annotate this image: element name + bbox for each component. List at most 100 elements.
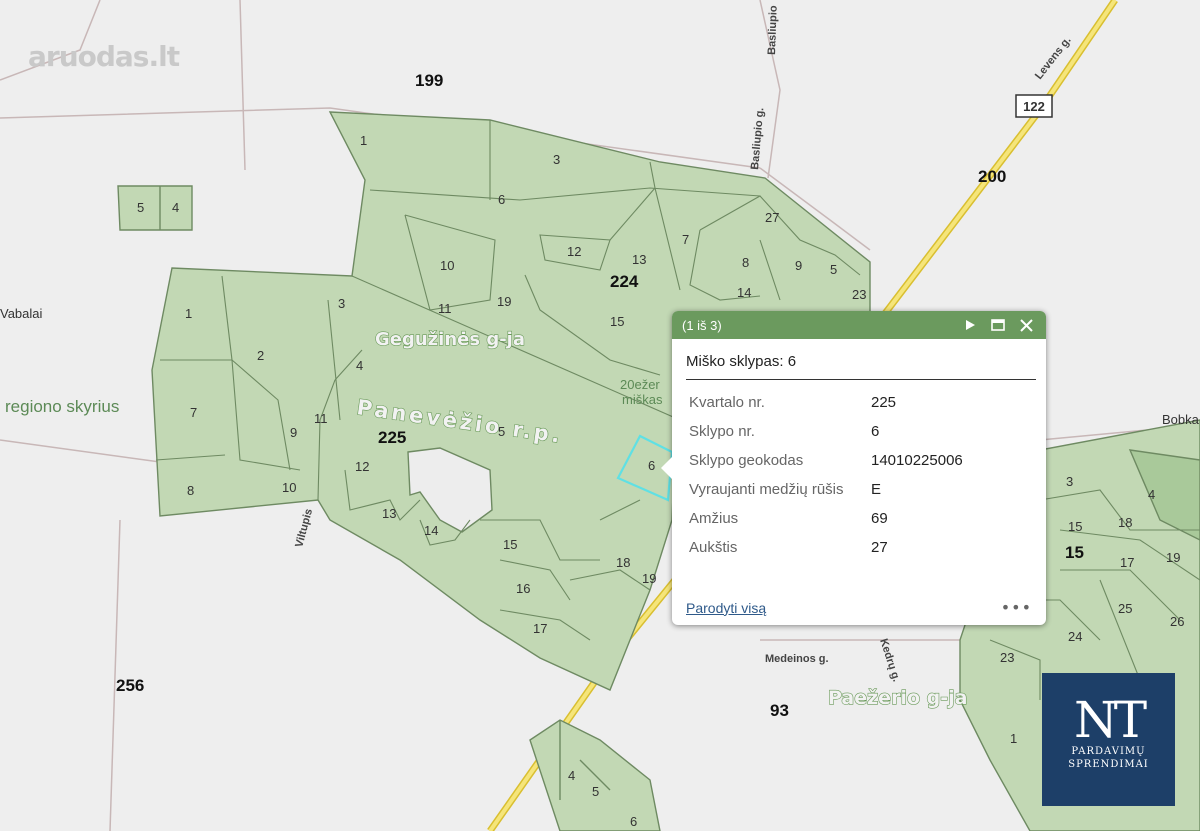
maximize-icon[interactable] [988, 315, 1008, 335]
parcel-number: 5 [830, 262, 837, 277]
parcel-number: 1 [185, 306, 192, 321]
parcel-number: 10 [282, 480, 296, 495]
parcel-number: 17 [1120, 555, 1134, 570]
attr-value: 225 [871, 394, 897, 411]
quarter-label: 199 [415, 71, 443, 90]
parcel-number: 7 [682, 232, 689, 247]
parcel-number: 12 [567, 244, 581, 259]
popup-counter: (1 iš 3) [682, 317, 722, 333]
quarter-label: 225 [378, 428, 406, 447]
parcel-number: 18 [616, 555, 630, 570]
popup-title: Miško sklypas: 6 [686, 353, 1036, 380]
parcel-number: 24 [1068, 629, 1082, 644]
parcel-number: 8 [187, 483, 194, 498]
parcel-number: 13 [632, 252, 646, 267]
parcel-number: 4 [1148, 487, 1155, 502]
attr-key: Sklypo nr. [689, 423, 755, 440]
place-label: Bobka [1162, 412, 1200, 427]
attr-key: Amžius [689, 510, 739, 527]
parcel-number: 4 [568, 768, 575, 783]
attr-value: 69 [871, 510, 888, 527]
attr-key: Kvartalo nr. [689, 394, 765, 411]
street-label: Medeinos g. [765, 653, 829, 665]
parcel-number: 19 [497, 294, 511, 309]
badge-line: PARDAVIMŲ [1071, 746, 1146, 757]
parcel-number: 19 [642, 571, 656, 586]
area-label: Paežerio g-ja [828, 687, 967, 709]
road-shield-122: 122 [1015, 94, 1053, 118]
parcel-number: 23 [1000, 650, 1014, 665]
road-number: 122 [1023, 99, 1045, 114]
badge-line: SPRENDIMAI [1068, 759, 1149, 770]
parcel-number: 26 [1170, 614, 1184, 629]
attr-value: 14010225006 [871, 452, 963, 469]
parcel-number: 15 [503, 537, 517, 552]
attribute-table: Kvartalo nr. 225 Sklypo nr. 6 Sklypo geoko… [684, 388, 968, 562]
badge-big-text: NT [1073, 691, 1147, 749]
quarter-label: 93 [770, 701, 789, 720]
popup-footer: Parodyti visą ••• [686, 598, 1032, 617]
place-label: Vabalai [0, 306, 43, 321]
show-all-link[interactable]: Parodyti visą [686, 600, 1001, 616]
street-label: Basliupio g. [749, 107, 766, 170]
parcel-number: 14 [737, 285, 751, 300]
parcel-number: 14 [424, 523, 438, 538]
parcel-number: 7 [190, 405, 197, 420]
parcel-number: 9 [290, 425, 297, 440]
area-label: Gegužinės g-ja [375, 329, 525, 350]
table-row: Aukštis 27 [684, 533, 968, 562]
table-row: Vyraujanti medžių rūšis E [684, 475, 968, 504]
parcel-number: 6 [630, 814, 637, 829]
street-label: Viltupis [293, 507, 315, 548]
parcel-number: 1 [360, 133, 367, 148]
place-label: regiono skyrius [5, 397, 119, 416]
table-row: Sklypo geokodas 14010225006 [684, 446, 968, 475]
attr-key: Vyraujanti medžių rūšis [689, 481, 844, 498]
attr-key: Sklypo geokodas [689, 452, 804, 469]
parcel-number: 12 [355, 459, 369, 474]
nt-badge-logo: NT PARDAVIMŲ SPRENDIMAI [1042, 673, 1175, 806]
parcel-number: 9 [795, 258, 802, 273]
parcel-number: 23 [852, 287, 866, 302]
parcel-number: 1 [1010, 731, 1017, 746]
parcel-number: 5 [137, 200, 144, 215]
parcel-number: 16 [516, 581, 530, 596]
attr-value: E [871, 481, 882, 498]
aruodas-logo: aruodas.lt [28, 40, 204, 88]
place-label: miškas [622, 392, 663, 407]
attr-value: 27 [871, 539, 888, 556]
more-options-icon[interactable]: ••• [1001, 598, 1032, 617]
parcel-number: 13 [382, 506, 396, 521]
popup-pointer [661, 457, 672, 479]
parcel-number: 17 [533, 621, 547, 636]
parcel-number: 15 [1068, 519, 1082, 534]
parcel-number: 4 [356, 358, 363, 373]
attr-key: Aukštis [689, 539, 738, 556]
parcel-number: 10 [440, 258, 454, 273]
parcel-number: 3 [1066, 474, 1073, 489]
parcel-small-block [117, 185, 193, 231]
quarter-label: 256 [116, 676, 144, 695]
attr-value: 6 [871, 423, 880, 440]
parcel-number: 2 [257, 348, 264, 363]
parcel-number: 3 [338, 296, 345, 311]
watermark-text: aruodas.lt [28, 40, 180, 73]
parcel-number: 5 [592, 784, 599, 799]
table-row: Sklypo nr. 6 [684, 417, 968, 446]
popup-header: (1 iš 3) [672, 311, 1046, 339]
parcel-number: 19 [1166, 550, 1180, 565]
parcel-number: 6 [498, 192, 505, 207]
table-row: Amžius 69 [684, 504, 968, 533]
parcel-number: 11 [438, 301, 452, 316]
parcel-number: 27 [765, 210, 779, 225]
parcel-number: 11 [314, 411, 328, 426]
parcel-number: 6 [648, 458, 655, 473]
play-icon[interactable] [960, 315, 980, 335]
place-label: 20ežer [620, 377, 660, 392]
parcel-number: 8 [742, 255, 749, 270]
street-label: Kedrų g. [877, 637, 902, 683]
close-icon[interactable] [1016, 315, 1036, 335]
parcel-number: 5 [498, 424, 505, 439]
quarter-label: 200 [978, 167, 1006, 186]
parcel-number: 18 [1118, 515, 1132, 530]
